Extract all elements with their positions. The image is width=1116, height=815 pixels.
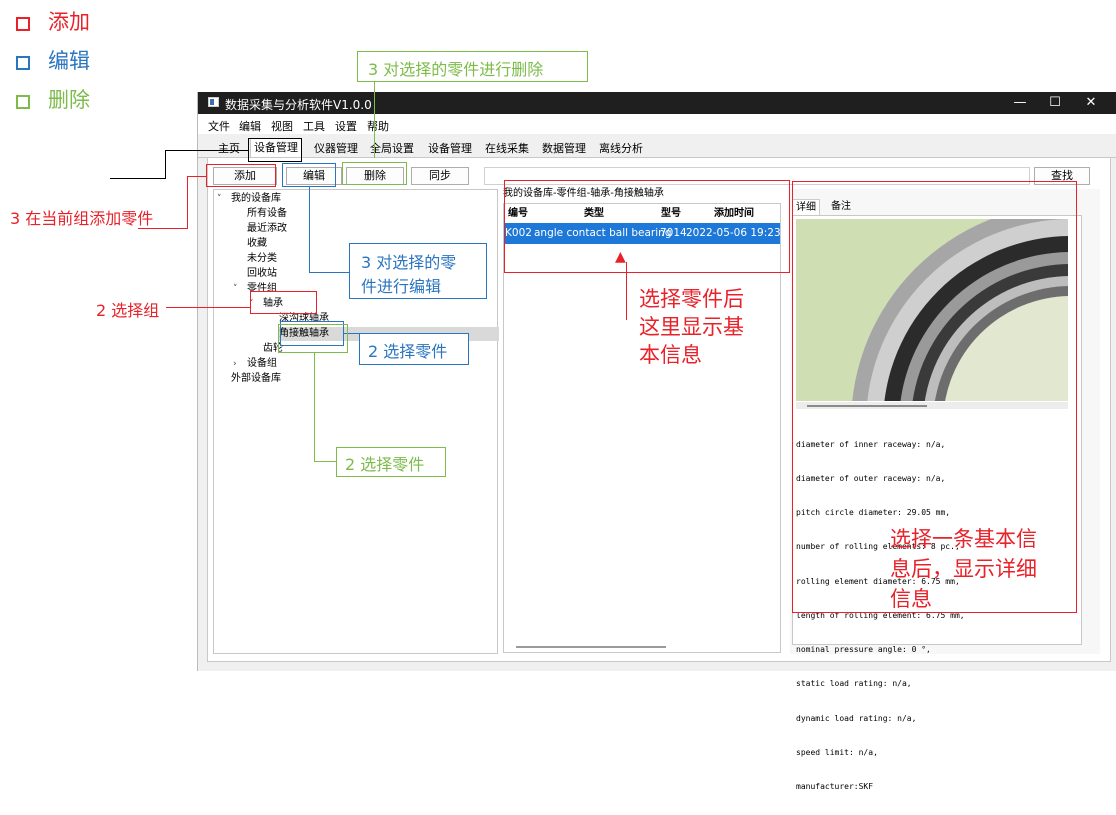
menu-edit[interactable]: 编辑 bbox=[239, 118, 261, 134]
app-icon bbox=[208, 97, 219, 107]
legend-add-label: 添加 bbox=[48, 10, 90, 34]
legend-edit-swatch bbox=[16, 56, 30, 70]
annotation-part-connector-green-h bbox=[314, 461, 336, 462]
menu-settings[interactable]: 设置 bbox=[335, 118, 357, 134]
tree-item-recycle-bin[interactable]: 回收站 bbox=[247, 267, 277, 281]
annotation-part-label-blue: 2 选择零件 bbox=[368, 342, 448, 361]
annotation-detail-line3: 信息 bbox=[890, 587, 932, 611]
annotation-delete-connector bbox=[374, 82, 375, 158]
annotation-info-box bbox=[504, 180, 790, 273]
sync-button[interactable]: 同步 bbox=[411, 167, 469, 185]
annotation-tab-connector-h2 bbox=[110, 178, 166, 179]
annotation-edit-button-box bbox=[282, 163, 336, 187]
annotation-edit-connector-v bbox=[309, 187, 310, 273]
tab-instrument-management[interactable]: 仪器管理 bbox=[311, 140, 361, 157]
tree-item-my-library[interactable]: 我的设备库 bbox=[231, 192, 281, 206]
annotation-detail-line1: 选择一条基本信 bbox=[890, 527, 1037, 551]
menu-view[interactable]: 视图 bbox=[271, 118, 293, 134]
annotation-tab-highlight bbox=[248, 138, 302, 162]
minimize-button[interactable]: — bbox=[1003, 92, 1037, 114]
spec-line: manufacturer:SKF bbox=[796, 782, 874, 791]
annotation-delete-label: 3 对选择的零件进行删除 bbox=[368, 60, 544, 79]
chevron-right-icon[interactable]: › bbox=[233, 357, 237, 371]
annotation-edit-label-line2: 件进行编辑 bbox=[361, 277, 442, 296]
tab-device-management-2[interactable]: 设备管理 bbox=[425, 140, 475, 157]
menu-bar: 文件 编辑 视图 工具 设置 帮助 bbox=[198, 114, 1116, 134]
annotation-info-arrow bbox=[626, 262, 627, 320]
spec-line: speed limit: n/a, bbox=[796, 747, 878, 757]
spec-line: dynamic load rating: n/a, bbox=[796, 713, 917, 723]
window-title: 数据采集与分析软件V1.0.0 bbox=[225, 98, 372, 112]
tree-item-uncategorized[interactable]: 未分类 bbox=[247, 252, 277, 266]
annotation-tab-connector-v bbox=[165, 150, 166, 178]
menu-file[interactable]: 文件 bbox=[208, 118, 230, 134]
tab-offline-analysis[interactable]: 离线分析 bbox=[596, 140, 646, 157]
menu-tools[interactable]: 工具 bbox=[303, 118, 325, 134]
annotation-edit-label-line1: 3 对选择的零 bbox=[361, 253, 457, 272]
close-button[interactable]: ✕ bbox=[1074, 92, 1108, 114]
annotation-delete-button-box bbox=[342, 162, 407, 185]
annotation-group-box bbox=[250, 291, 317, 314]
annotation-part-label-green: 2 选择零件 bbox=[345, 455, 425, 474]
annotation-info-line2: 这里显示基 bbox=[639, 315, 744, 339]
tree-item-all-devices[interactable]: 所有设备 bbox=[247, 207, 287, 221]
legend-delete-swatch bbox=[16, 95, 30, 109]
horizontal-scrollbar[interactable] bbox=[516, 646, 666, 648]
menu-help[interactable]: 帮助 bbox=[367, 118, 389, 134]
chevron-down-icon[interactable]: ˅ bbox=[217, 192, 222, 206]
title-bar: 数据采集与分析软件V1.0.0 — ☐ ✕ bbox=[198, 92, 1116, 114]
maximize-button[interactable]: ☐ bbox=[1038, 92, 1072, 114]
tree-item-device-groups[interactable]: 设备组 bbox=[247, 357, 277, 371]
annotation-add-label: 3 在当前组添加零件 bbox=[10, 209, 154, 228]
annotation-info-arrowhead: ▲ bbox=[615, 249, 626, 265]
spec-line: nominal pressure angle: 0 °, bbox=[796, 645, 931, 655]
spec-line: static load rating: n/a, bbox=[796, 679, 912, 689]
main-tab-bar: 主页 设备管理 仪器管理 全局设置 设备管理 在线采集 数据管理 离线分析 bbox=[198, 134, 1116, 159]
tab-data-management[interactable]: 数据管理 bbox=[539, 140, 589, 157]
legend-edit-label: 编辑 bbox=[48, 49, 90, 73]
annotation-info-line3: 本信息 bbox=[639, 343, 702, 367]
legend-delete-label: 删除 bbox=[48, 88, 90, 112]
annotation-info-line1: 选择零件后 bbox=[639, 287, 744, 311]
tree-item-favorites[interactable]: 收藏 bbox=[247, 237, 267, 251]
annotation-add-connector-v bbox=[187, 176, 188, 228]
tree-item-recent[interactable]: 最近添改 bbox=[247, 222, 287, 236]
tab-online-acquisition[interactable]: 在线采集 bbox=[482, 140, 532, 157]
annotation-group-connector bbox=[166, 307, 250, 308]
annotation-add-connector-h bbox=[187, 176, 206, 177]
annotation-part-connector-green-v bbox=[314, 353, 315, 461]
chevron-down-icon[interactable]: ˅ bbox=[233, 282, 238, 296]
annotation-part-box-green bbox=[278, 324, 348, 353]
annotation-add-button-box bbox=[206, 164, 276, 187]
annotation-detail-line2: 息后，显示详细 bbox=[890, 557, 1037, 581]
legend-add-swatch bbox=[16, 17, 30, 31]
annotation-group-label: 2 选择组 bbox=[96, 301, 160, 320]
tree-item-external-library[interactable]: 外部设备库 bbox=[231, 372, 281, 386]
annotation-edit-connector-h bbox=[309, 272, 349, 273]
annotation-tab-connector-h bbox=[165, 150, 248, 151]
tab-home[interactable]: 主页 bbox=[215, 140, 243, 157]
